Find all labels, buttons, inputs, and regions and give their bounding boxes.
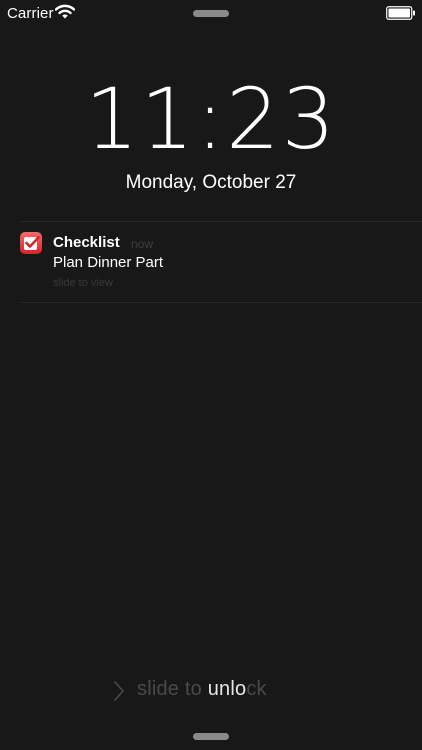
clock-separator: : [195,70,227,168]
slide-text-highlight: unlo [207,678,247,700]
chevron-right-icon [113,680,125,702]
notification-item[interactable]: Checklist now Plan Dinner Part slide to … [0,222,422,302]
slide-text-dim: slide to [137,678,208,700]
carrier-label: Carrier [7,5,54,22]
slide-to-unlock-label: slide to unlock [137,678,267,701]
notification-divider-bottom [20,302,422,303]
lock-screen-clock: 11:23 [0,74,422,164]
control-center-grabber[interactable] [193,733,229,740]
notification-action-hint: slide to view [53,277,113,289]
slide-to-unlock[interactable]: slide to unlock [0,676,422,706]
notification-time: now [131,237,154,251]
battery-icon [386,6,416,20]
notification-center-grabber[interactable] [193,10,229,17]
lock-screen-date: Monday, October 27 [125,172,297,193]
status-bar: Carrier [0,0,422,28]
clock-minutes: 23 [226,70,338,168]
notification-message: Plan Dinner Part [53,254,164,271]
checklist-app-icon [20,232,42,254]
notification-app-name: Checklist [53,234,120,251]
slide-text-dim-end: ck [246,678,267,700]
clock-hours: 11 [84,70,196,168]
wifi-icon [54,4,76,20]
